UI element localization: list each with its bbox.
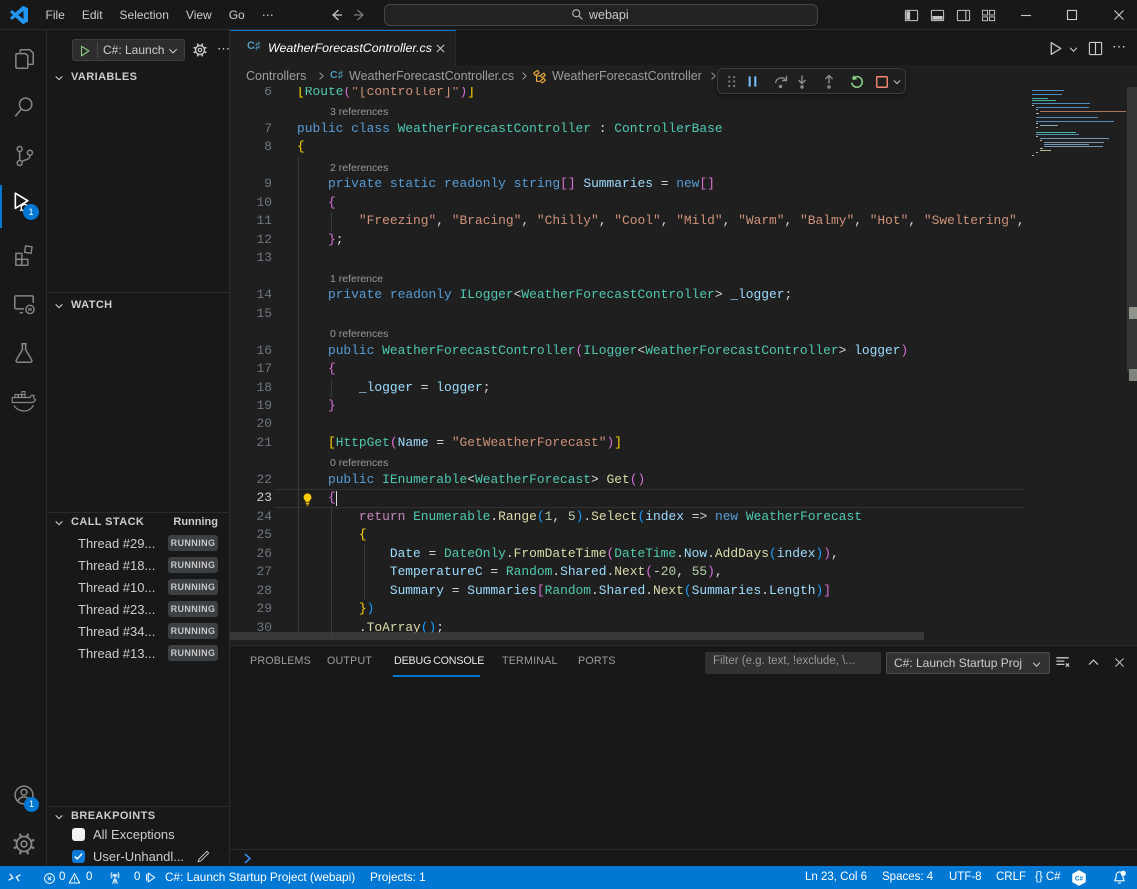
svg-text:C#: C# (1075, 876, 1084, 883)
